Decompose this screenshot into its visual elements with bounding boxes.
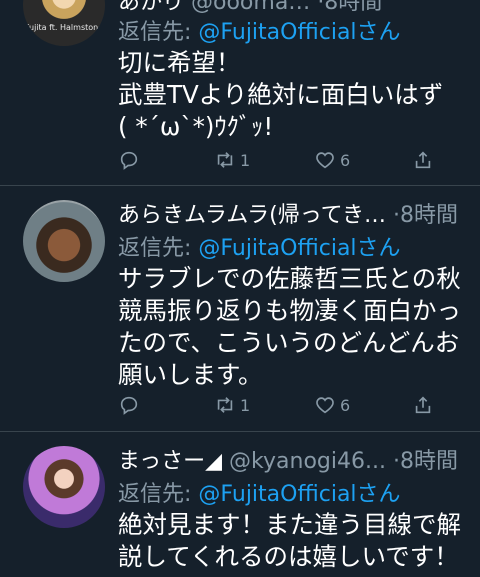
share-button[interactable] bbox=[412, 394, 434, 416]
timestamp[interactable]: ·8時間 bbox=[317, 0, 382, 15]
like-button[interactable]: 6 bbox=[314, 149, 350, 171]
display-name[interactable]: あかり bbox=[118, 0, 184, 15]
display-name[interactable]: あらきムラムラ(帰ってき… bbox=[118, 203, 386, 228]
tweet-actions: 1 6 bbox=[118, 394, 438, 424]
share-button[interactable] bbox=[412, 149, 434, 171]
timestamp[interactable]: ·8時間 bbox=[393, 203, 458, 228]
like-count: 6 bbox=[340, 150, 351, 170]
share-icon bbox=[415, 396, 431, 414]
tweet-text: 切に希望！ 武豊TVより絶対に面白いはず ( *´ω`*)ｳｸﾞｯ! bbox=[118, 48, 444, 141]
reply-handle-link[interactable]: @FujitaOfficialさん bbox=[198, 236, 400, 261]
reply-icon bbox=[120, 151, 138, 170]
tweet-2[interactable]: あらきムラムラ(帰ってき… ·8時間 返信先: @FujitaOfficialさ… bbox=[0, 186, 480, 431]
heart-icon bbox=[316, 397, 334, 414]
reply-handle-link[interactable]: @FujitaOfficialさん bbox=[198, 482, 400, 507]
like-count: 6 bbox=[340, 395, 351, 415]
retweet-button[interactable]: 1 bbox=[214, 394, 250, 416]
avatar[interactable]: Fujita ft. Halmstone bbox=[23, 0, 105, 46]
like-button[interactable]: 6 bbox=[314, 394, 350, 416]
reply-button[interactable] bbox=[118, 149, 140, 171]
avatar[interactable] bbox=[23, 200, 105, 282]
reply-prefix: 返信先: bbox=[118, 20, 192, 45]
retweet-icon bbox=[217, 397, 233, 413]
reply-prefix: 返信先: bbox=[118, 482, 192, 507]
tweet-header: まっさー◢ @kyanogi46... ·8時間 bbox=[118, 443, 458, 475]
tweet-actions: 1 6 bbox=[118, 149, 438, 179]
reply-to-line: 返信先: @FujitaOfficialさん bbox=[118, 230, 401, 262]
heart-icon bbox=[316, 152, 334, 169]
user-handle[interactable]: @oooma… bbox=[191, 0, 310, 15]
tweet-header: あらきムラムラ(帰ってき… ·8時間 bbox=[118, 197, 458, 229]
tweet-text: サラブレでの佐藤哲三氏との秋競馬振り返りも物凄く面白かったので、こういうのどんど… bbox=[118, 264, 461, 389]
retweet-icon bbox=[217, 152, 233, 168]
reply-to-line: 返信先: @FujitaOfficialさん bbox=[118, 476, 401, 508]
reply-handle-link[interactable]: @FujitaOfficialさん bbox=[198, 20, 400, 45]
tweet-text: 絶対見ます！また違う目線で解説してくれるのは嬉しいです！ bbox=[118, 510, 461, 571]
retweet-button[interactable]: 1 bbox=[214, 149, 250, 171]
reply-prefix: 返信先: bbox=[118, 236, 192, 261]
share-icon bbox=[415, 151, 431, 169]
retweet-count: 1 bbox=[240, 150, 251, 170]
display-name[interactable]: まっさー◢ bbox=[118, 449, 222, 474]
reply-icon bbox=[120, 396, 138, 415]
tweet-1[interactable]: Fujita ft. Halmstone あかり @oooma… ·8時間 返信… bbox=[0, 0, 480, 185]
reply-to-line: 返信先: @FujitaOfficialさん bbox=[118, 14, 401, 46]
reply-button[interactable] bbox=[118, 394, 140, 416]
timestamp[interactable]: ·8時間 bbox=[393, 449, 458, 474]
avatar-overlay-text: Fujita ft. Halmstone bbox=[24, 23, 104, 32]
avatar[interactable] bbox=[23, 446, 105, 528]
tweet-3[interactable]: まっさー◢ @kyanogi46... ·8時間 返信先: @FujitaOff… bbox=[0, 432, 480, 577]
retweet-count: 1 bbox=[240, 395, 251, 415]
user-handle[interactable]: @kyanogi46... bbox=[229, 449, 386, 474]
